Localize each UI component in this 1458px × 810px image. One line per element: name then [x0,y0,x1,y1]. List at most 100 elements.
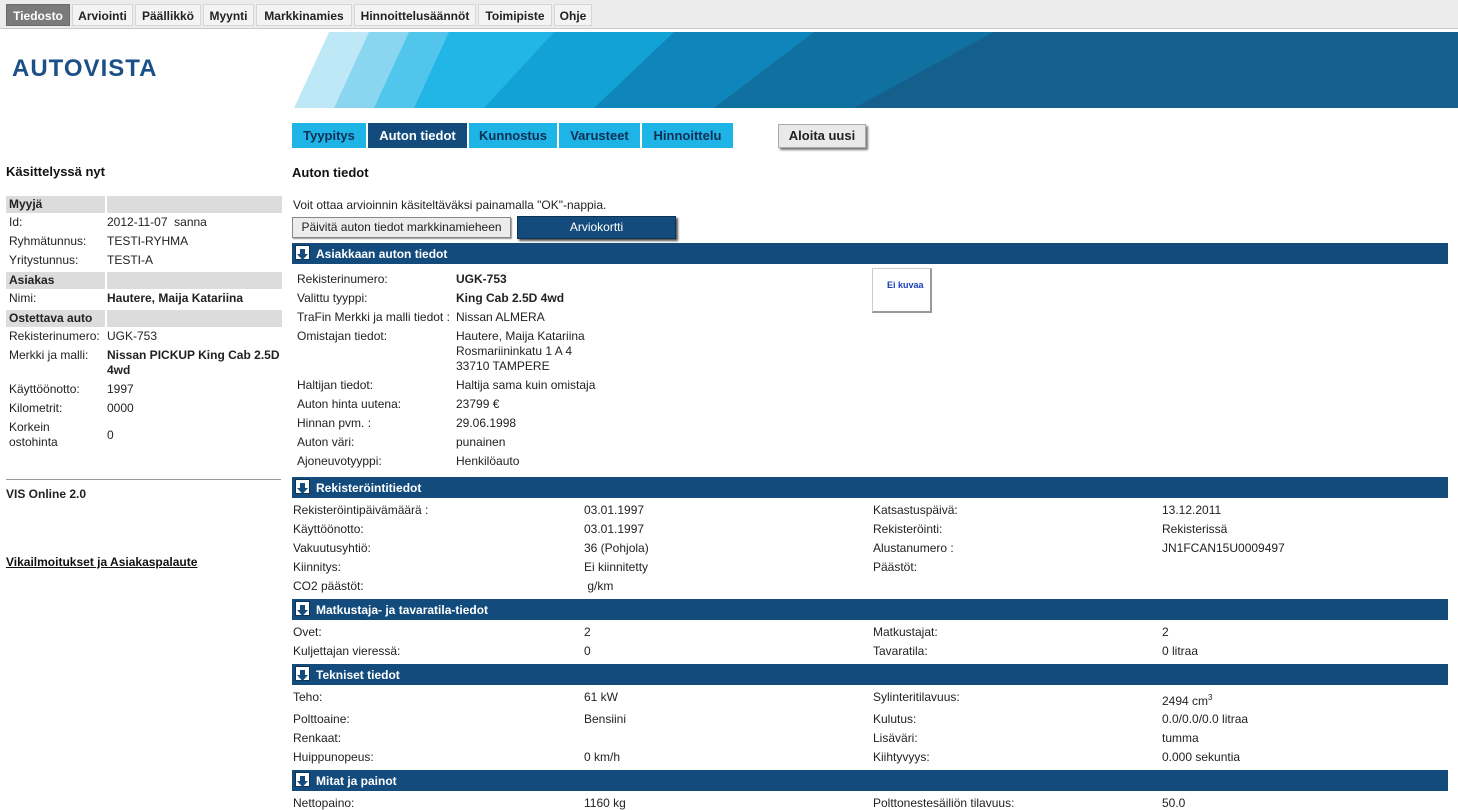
tab-hinnoittelu[interactable]: Hinnoittelu [642,123,733,148]
label: Valittu tyyppi: [297,291,368,305]
label: Katsastuspäivä: [873,503,958,517]
page-title: Auton tiedot [292,165,369,180]
value: UGK-753 [107,329,158,343]
tab-tyypitys[interactable]: Tyypitys [292,123,367,148]
label: Tavaratila: [873,644,928,658]
value: 0000 [107,401,134,415]
banner-stripes-graphic [294,32,1458,108]
label: Huippunopeus: [293,750,374,764]
section-title: Tekniset tiedot [316,668,400,682]
value: 2012-11-07 sanna [107,215,207,229]
collapse-arrow-icon[interactable] [295,245,310,260]
autovista-logo: AUTOVISTA [12,55,158,82]
label: Korkein ostohinta [9,420,58,449]
collapse-arrow-icon[interactable] [295,666,310,681]
section-technical[interactable]: Tekniset tiedot [292,664,1448,685]
section-car: Ostettava auto [6,310,282,327]
label: Polttonestesäiliön tilavuus: [873,796,1015,810]
value: tumma [1162,731,1199,745]
section-registration[interactable]: Rekisteröintitiedot [292,477,1448,498]
use-row: Käyttöönotto: 1997 [6,380,282,399]
label: Matkustajat: [873,625,938,639]
label: Rekisteröintipäivämäärä : [293,503,429,517]
current-case-panel: Käsittelyssä nyt Myyjä Id: 2012-11-07 san… [6,164,282,450]
menu-item-myynti[interactable]: Myynti [203,4,254,26]
value: Bensiini [584,712,627,726]
collapse-arrow-icon[interactable] [295,479,310,494]
value: UGK-753 [456,272,507,286]
value: Ei kiinnitetty [584,560,649,574]
value: 1160 kg [584,796,626,810]
menu-item-tiedosto[interactable]: Tiedosto [6,4,70,26]
vis-version: VIS Online 2.0 [6,487,87,501]
section-title: Mitat ja painot [316,774,397,788]
section-title: Rekisteröintitiedot [316,481,422,495]
value-number: 2494 cm [1162,694,1209,708]
label: Teho: [293,690,323,704]
valuation-card-button[interactable]: Arviokortti [517,216,676,239]
value: 0 litraa [1162,644,1199,658]
section-customer: Asiakas [6,272,282,289]
collapse-arrow-icon[interactable] [295,601,310,616]
value: Henkilöauto [456,454,520,468]
value: Nissan PICKUP King Cab 2.5D 4wd [107,348,280,377]
value: 03.01.1997 [584,503,645,517]
value: 0 [584,644,591,658]
label: Nimi: [9,291,37,305]
divider [6,479,281,480]
label: Kiinnitys: [293,560,342,574]
label: Rekisterinumero: [297,272,388,286]
top-menu-bar: Tiedosto Arviointi Päällikkö Myynti Mark… [0,0,1458,29]
seller-id-row: Id: 2012-11-07 sanna [6,213,282,232]
value: Rosmariininkatu 1 A 4 [456,344,573,358]
label: Rekisterinumero: [9,329,100,343]
section-seller: Myyjä [6,196,282,213]
section-title: Matkustaja- ja tavaratila-tiedot [316,603,489,617]
label: Auton hinta uutena: [297,397,402,411]
value: 0 [107,427,114,442]
section-title: Asiakkaan auton tiedot [316,247,448,261]
group-row: Ryhmätunnus: TESTI-RYHMA [6,232,282,251]
value: 0.0/0.0/0.0 litraa [1162,712,1249,726]
menu-item-toimipiste[interactable]: Toimipiste [478,4,552,26]
header-banner [294,32,1458,108]
value: 50.0 [1162,796,1186,810]
label: Kilometrit: [9,401,63,415]
menu-item-paallikko[interactable]: Päällikkö [135,4,201,26]
tab-auton-tiedot[interactable]: Auton tiedot [368,123,468,148]
label: Polttoaine: [293,712,350,726]
company-row: Yritystunnus: TESTI-A [6,251,282,270]
start-new-button[interactable]: Aloita uusi [778,124,866,148]
menu-item-hinnoittelusaannot[interactable]: Hinnoittelusäännöt [354,4,476,26]
menu-item-markkinamies[interactable]: Markkinamies [256,4,352,26]
section-dimensions-weights[interactable]: Mitat ja painot [292,770,1448,791]
value: 23799 € [456,397,500,411]
label: Päästöt: [873,560,918,574]
value: g/km [584,579,614,593]
label: Käyttöönotto: [9,382,80,396]
value: TESTI-RYHMA [107,234,189,248]
value: punainen [456,435,506,449]
label: Käyttöönotto: [293,522,364,536]
label: Renkaat: [293,731,342,745]
label: CO2 päästöt: [293,579,364,593]
update-to-marketer-button[interactable]: Päivitä auton tiedot markkinamieheen [292,217,511,238]
make-row: Merkki ja malli: Nissan PICKUP King Cab 2… [6,346,282,380]
menu-item-ohje[interactable]: Ohje [554,4,592,26]
feedback-link[interactable]: Vikailmoitukset ja Asiakaspalaute [6,555,197,569]
tab-varusteet[interactable]: Varusteet [559,123,641,148]
label: Omistajan tiedot: [297,329,388,343]
section-customer-car[interactable]: Asiakkaan auton tiedot [292,243,1448,264]
label: Hinnan pvm. : [297,416,372,430]
km-row: Kilometrit: 0000 [6,399,282,418]
label: Haltijan tiedot: [297,378,374,392]
collapse-arrow-icon[interactable] [295,772,310,787]
menu-item-arviointi[interactable]: Arviointi [72,4,133,26]
value: 36 (Pohjola) [584,541,649,555]
value-unit-exponent: 3 [1208,693,1213,702]
label: Alustanumero : [873,541,954,555]
section-passenger-cargo[interactable]: Matkustaja- ja tavaratila-tiedot [292,599,1448,620]
car-image-placeholder: Ei kuvaa [872,268,932,313]
panel-title: Käsittelyssä nyt [6,164,105,179]
tab-kunnostus[interactable]: Kunnostus [469,123,558,148]
